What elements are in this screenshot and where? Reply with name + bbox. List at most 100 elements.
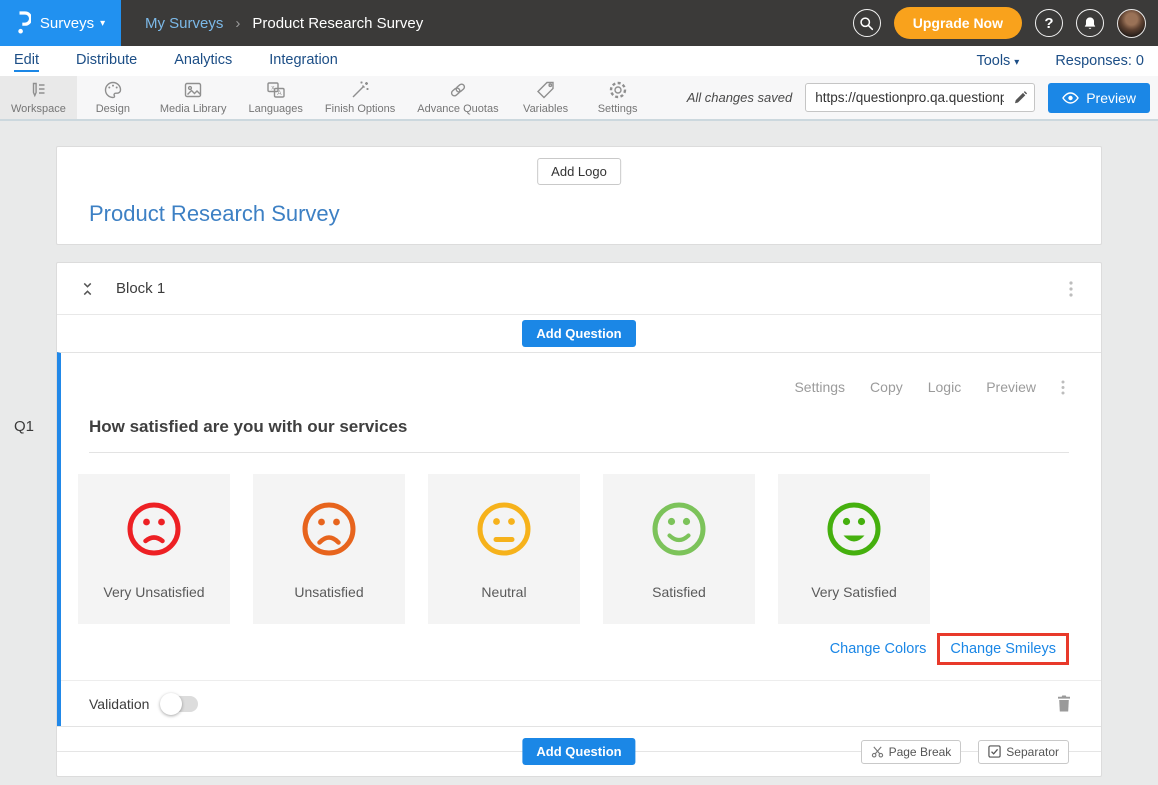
toolbar-item-media-library[interactable]: Media Library [149,76,238,119]
change-smileys-link[interactable]: Change Smileys [950,641,1056,657]
edit-pencil-icon[interactable] [1013,90,1028,105]
checkbox-checked-icon [988,745,1001,758]
survey-title[interactable]: Product Research Survey [89,201,340,227]
add-question-button-bottom[interactable]: Add Question [522,738,635,765]
question-title[interactable]: How satisfied are you with our services [89,417,1069,453]
avatar[interactable] [1117,9,1146,38]
unsatisfied-smiley-icon [300,500,358,558]
workspace-icon [28,80,48,100]
tools-menu[interactable]: Tools▾ [976,53,1019,69]
smiley-customize-links: Change Colors Change Smileys [61,633,1069,665]
header-actions: Upgrade Now ? [853,0,1146,46]
save-status: All changes saved [687,90,793,105]
block-menu-button[interactable] [1069,281,1073,297]
nav-right: Tools▾ Responses: 0 [976,53,1144,69]
upgrade-now-button[interactable]: Upgrade Now [894,7,1022,39]
block-header: Block 1 [57,263,1101,315]
chain-icon [448,80,468,100]
eye-icon [1062,92,1079,104]
option-label: Unsatisfied [253,584,405,600]
option-very-unsatisfied[interactable]: Very Unsatisfied [78,474,230,624]
scissors-icon [871,745,884,758]
responses-count: Responses: 0 [1055,53,1144,69]
toolbar-item-workspace[interactable]: Workspace [0,76,77,119]
trash-icon [1057,695,1071,712]
bell-icon [1083,16,1097,31]
add-question-button-top[interactable]: Add Question [522,320,635,347]
page-break-button[interactable]: Page Break [861,740,962,764]
option-label: Very Satisfied [778,584,930,600]
option-satisfied[interactable]: Satisfied [603,474,755,624]
svg-text:A: A [277,90,282,97]
chevron-down-icon: ▾ [100,18,105,29]
breadcrumb-my-surveys[interactable]: My Surveys [145,15,223,32]
kebab-menu-icon [1061,380,1065,395]
question-menu-button[interactable] [1061,380,1065,395]
tab-integration[interactable]: Integration [269,48,338,74]
very-unsatisfied-smiley-icon [125,500,183,558]
search-icon [859,16,874,31]
option-label: Satisfied [603,584,755,600]
survey-url-wrap [805,83,1035,112]
chevron-down-icon: ▾ [1014,57,1019,68]
add-question-row-bottom: Add Question Page Break Separator [57,726,1101,776]
survey-header-card: Add Logo Product Research Survey [56,146,1102,245]
option-label: Very Unsatisfied [78,584,230,600]
translate-icon: x A [266,80,286,100]
search-button[interactable] [853,9,881,37]
brand-label: Surveys [40,15,94,32]
toolbar-item-design[interactable]: Design [77,76,149,119]
questionpro-logo-icon [16,11,31,35]
block-card: Block 1 Add Question Settings Copy Logic… [56,262,1102,777]
toolbar-item-advance-quotas[interactable]: Advance Quotas [406,76,509,119]
tab-distribute[interactable]: Distribute [76,48,137,74]
toggle-knob [160,693,182,715]
option-very-satisfied[interactable]: Very Satisfied [778,474,930,624]
toolbar-item-variables[interactable]: Variables [510,76,582,119]
question-number: Q1 [14,418,34,435]
preview-button[interactable]: Preview [1048,83,1150,113]
annotation-highlight-box: Change Smileys [937,633,1069,665]
question-card: Settings Copy Logic Preview How satisfie… [57,352,1101,726]
toolbar-item-finish-options[interactable]: Finish Options [314,76,406,119]
tab-edit[interactable]: Edit [14,48,39,74]
brand-menu[interactable]: Surveys ▾ [0,0,121,46]
question-mark-icon: ? [1044,15,1053,32]
question-logic-link[interactable]: Logic [928,379,961,395]
question-copy-link[interactable]: Copy [870,379,903,395]
option-label: Neutral [428,584,580,600]
change-colors-link[interactable]: Change Colors [830,641,927,657]
tag-icon [536,80,556,100]
tab-analytics[interactable]: Analytics [174,48,232,74]
question-settings-link[interactable]: Settings [794,379,845,395]
notifications-button[interactable] [1076,9,1104,37]
separator-button[interactable]: Separator [978,740,1069,764]
editor-toolbar: Workspace Design Media Library x A Langu… [0,76,1158,121]
breadcrumb: My Surveys › Product Research Survey [145,15,423,32]
gear-icon [608,80,628,100]
breadcrumb-separator-icon: › [235,15,240,32]
toolbar-item-languages[interactable]: x A Languages [237,76,313,119]
option-unsatisfied[interactable]: Unsatisfied [253,474,405,624]
toolbar-right: All changes saved Preview [687,76,1150,119]
toolbar-item-settings[interactable]: Settings [582,76,654,119]
question-preview-link[interactable]: Preview [986,379,1036,395]
survey-url-input[interactable] [805,83,1035,112]
collapse-block-button[interactable] [81,281,94,297]
block-title[interactable]: Block 1 [116,280,165,297]
delete-question-button[interactable] [1057,695,1071,712]
kebab-menu-icon [1069,281,1073,297]
smiley-scale: Very Unsatisfied Unsatisfied [78,474,1101,624]
option-neutral[interactable]: Neutral [428,474,580,624]
help-button[interactable]: ? [1035,9,1063,37]
neutral-smiley-icon [475,500,533,558]
add-logo-button[interactable]: Add Logo [537,158,621,185]
validation-label: Validation [89,696,149,712]
survey-canvas: Q1 Add Logo Product Research Survey Bloc… [0,121,1158,777]
validation-toggle[interactable] [162,696,198,712]
palette-icon [103,80,123,100]
app-header: Surveys ▾ My Surveys › Product Research … [0,0,1158,46]
nav-bar: Edit Distribute Analytics Integration To… [0,46,1158,76]
magic-wand-icon [350,80,370,100]
validation-row: Validation [61,680,1101,726]
